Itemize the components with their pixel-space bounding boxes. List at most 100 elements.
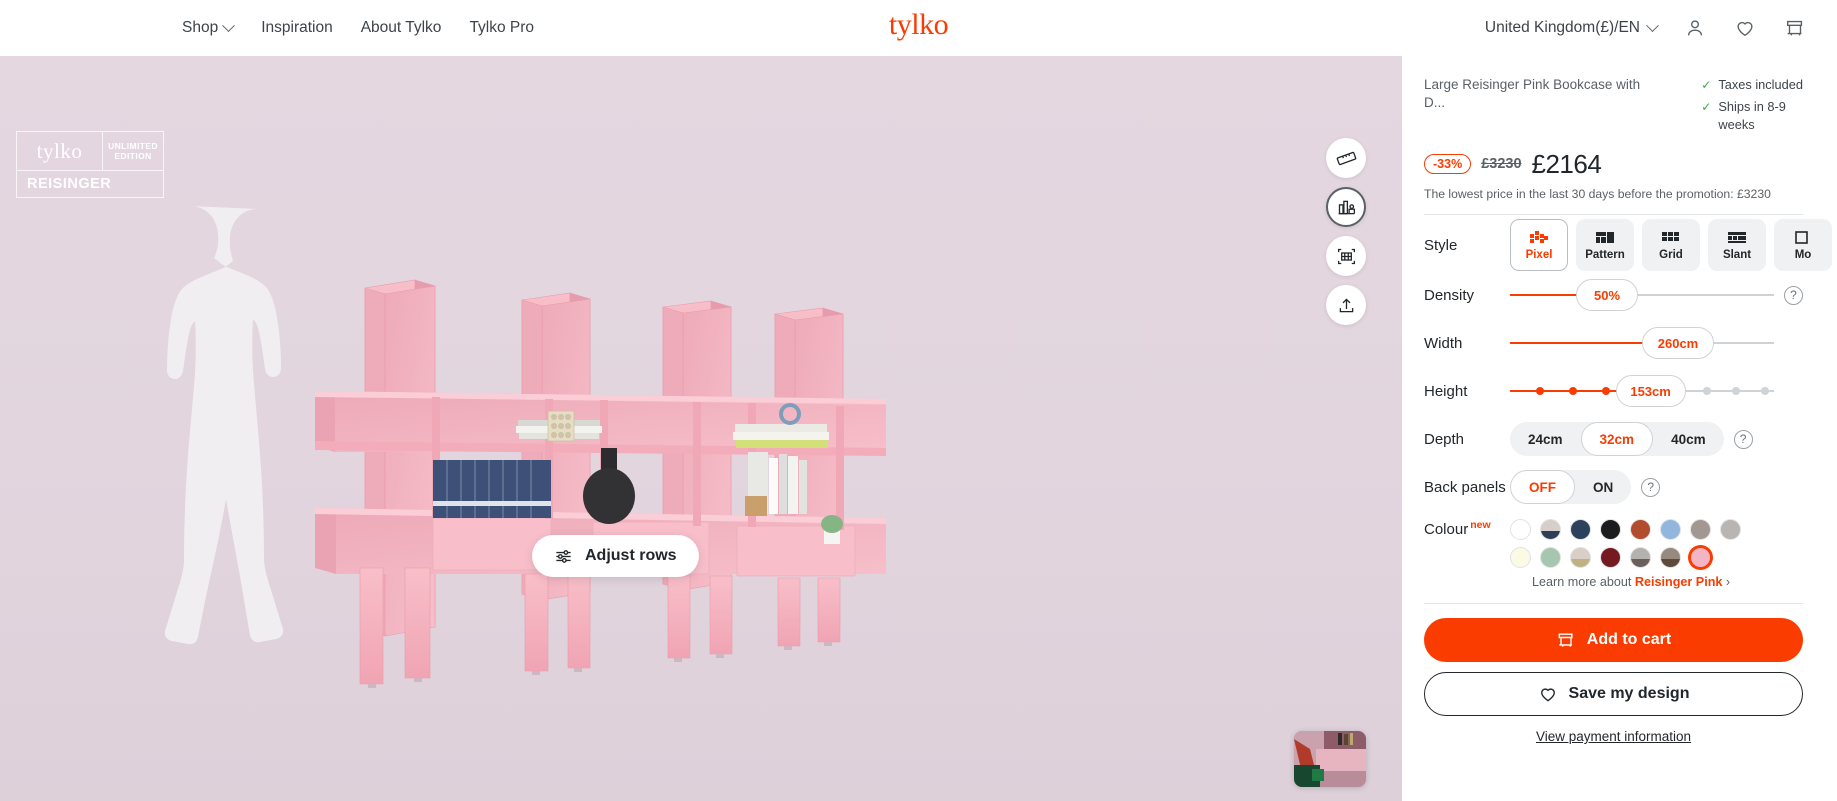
assembly-video-thumbnail[interactable]	[1294, 731, 1366, 787]
ruler-icon[interactable]	[1326, 138, 1366, 178]
height-stop-3[interactable]	[1602, 387, 1611, 396]
add-to-cart-button[interactable]: Add to cart	[1424, 618, 1803, 663]
bookcase-3d-render[interactable]	[0, 56, 1402, 801]
nav-link-shop[interactable]: Shop	[182, 18, 236, 37]
cart-icon[interactable]	[1783, 16, 1807, 40]
product-3d-viewer[interactable]: tylko UNLIMITED EDITION REISINGER Adjust…	[0, 56, 1402, 801]
watermark-edition-line1: UNLIMITED	[108, 140, 158, 151]
colour-swatch-grey-dark-grey[interactable]	[1630, 547, 1651, 569]
pattern-icon	[1596, 231, 1614, 243]
learn-more-link[interactable]: Learn more about Reisinger Pink ›	[1532, 575, 1803, 589]
dimensions-icon[interactable]	[1326, 236, 1366, 276]
style-option-more[interactable]: Mo	[1774, 219, 1832, 272]
watermark-edition-line2: EDITION	[114, 151, 152, 161]
back-panels-options: OFF ON	[1510, 470, 1632, 505]
wishlist-heart-icon[interactable]	[1733, 16, 1757, 40]
room-view-icon[interactable]	[1326, 187, 1366, 227]
chevron-down-icon	[222, 18, 236, 32]
colour-swatch-black[interactable]	[1600, 519, 1621, 541]
style-label: Style	[1424, 236, 1458, 254]
depth-options: 24cm 32cm 40cm	[1510, 422, 1724, 457]
colour-swatch-light-blue[interactable]	[1660, 519, 1681, 541]
colour-swatch-sage-green[interactable]	[1540, 547, 1561, 569]
save-design-button[interactable]: Save my design	[1424, 672, 1803, 717]
style-option-grid[interactable]: Grid	[1642, 219, 1700, 272]
nav-link-about-tylko-label: About Tylko	[360, 19, 442, 36]
country-language-selector[interactable]: United Kingdom(£)/EN	[1484, 18, 1659, 37]
density-slider[interactable]: 50%	[1510, 278, 1774, 312]
style-option-pixel[interactable]: Pixel	[1510, 219, 1568, 272]
divider	[1424, 603, 1803, 605]
colour-swatch-white[interactable]	[1510, 519, 1531, 541]
colour-swatch-beige-sand[interactable]	[1570, 547, 1591, 569]
width-slider[interactable]: 260cm	[1510, 326, 1774, 360]
height-slider[interactable]: 153cm	[1510, 374, 1774, 408]
height-stop-2[interactable]	[1569, 387, 1578, 396]
old-price: £3230	[1481, 156, 1522, 173]
depth-option-24cm[interactable]: 24cm	[1510, 422, 1581, 456]
country-language-label: United Kingdom(£)/EN	[1484, 19, 1640, 36]
watermark-collection: REISINGER	[17, 170, 163, 197]
colour-swatch-rust[interactable]	[1630, 519, 1651, 541]
nav-link-tylko-pro[interactable]: Tylko Pro	[469, 19, 534, 37]
width-track-fill	[1510, 342, 1664, 345]
chevron-down-icon	[1646, 18, 1659, 32]
nav-link-about-tylko[interactable]: About Tylko	[361, 19, 442, 37]
tylko-logo[interactable]: tylko	[889, 10, 949, 40]
account-icon[interactable]	[1683, 16, 1707, 40]
check-icon: ✓	[1701, 78, 1712, 92]
nav-link-inspiration-label: Inspiration	[261, 19, 333, 36]
current-price: £2164	[1531, 148, 1602, 179]
back-panels-help-icon[interactable]: ?	[1641, 477, 1661, 497]
depth-option-32cm[interactable]: 32cm	[1580, 422, 1654, 457]
colour-swatch-taupe-brown[interactable]	[1660, 547, 1681, 569]
colour-swatch-cream[interactable]	[1510, 547, 1531, 569]
density-label: Density	[1424, 286, 1475, 304]
back-panels-option-off[interactable]: OFF	[1510, 470, 1575, 505]
colour-swatch-navy[interactable]	[1570, 519, 1591, 541]
colour-swatch-warm-grey[interactable]	[1690, 519, 1711, 541]
depth-row: Depth 24cm 32cm 40cm ?	[1424, 415, 1803, 463]
height-stop-1[interactable]	[1536, 387, 1545, 396]
adjust-rows-button[interactable]: Adjust rows	[532, 535, 699, 577]
width-row: Width 260cm	[1424, 319, 1803, 367]
more-icon	[1795, 230, 1808, 244]
depth-help-icon[interactable]: ?	[1733, 429, 1753, 449]
share-upload-icon[interactable]	[1326, 285, 1366, 325]
colour-swatch-grey[interactable]	[1720, 519, 1741, 541]
depth-option-40cm[interactable]: 40cm	[1653, 422, 1724, 456]
colour-label: Colour new	[1424, 519, 1510, 538]
colour-swatch-row-1	[1510, 519, 1741, 541]
nav-link-shop-label: Shop	[182, 19, 219, 36]
swatch-lower-half	[1571, 558, 1590, 568]
height-stop-6[interactable]	[1731, 387, 1740, 396]
height-stop-5[interactable]	[1702, 387, 1711, 396]
product-summary: Large Reisinger Pink Bookcase with D... …	[1424, 76, 1803, 135]
top-navigation-bar: Shop Inspiration About Tylko Tylko Pro t…	[0, 0, 1837, 56]
back-panels-option-on[interactable]: ON	[1575, 470, 1631, 504]
height-stop-7[interactable]	[1760, 387, 1769, 396]
learn-more-colour-name: Reisinger Pink	[1634, 575, 1723, 590]
style-option-slant[interactable]: Slant	[1708, 219, 1766, 272]
swatch-lower-half	[1661, 558, 1680, 568]
style-option-more-label: Mo	[1794, 248, 1812, 261]
height-knob[interactable]: 153cm	[1615, 375, 1686, 408]
colour-swatch-burgundy[interactable]	[1600, 547, 1621, 569]
adjust-rows-label: Adjust rows	[585, 547, 677, 564]
density-knob[interactable]: 50%	[1576, 279, 1638, 312]
density-help-icon[interactable]: ?	[1784, 285, 1803, 305]
width-label: Width	[1424, 334, 1463, 352]
style-option-pattern[interactable]: Pattern	[1576, 219, 1634, 272]
width-knob[interactable]: 260cm	[1642, 327, 1714, 360]
colour-swatch-reisinger-pink[interactable]	[1690, 547, 1711, 569]
shipping-taxes: Taxes included	[1718, 77, 1803, 92]
payment-info-link[interactable]: View payment information	[1424, 729, 1803, 744]
watermark-tylko-logo: tylko	[36, 138, 83, 163]
colour-swatch-beige-navy[interactable]	[1540, 519, 1561, 541]
viewer-tool-rail	[1326, 138, 1366, 325]
nav-link-inspiration[interactable]: Inspiration	[261, 19, 333, 37]
save-design-label: Save my design	[1568, 685, 1690, 703]
style-option-pattern-label: Pattern	[1585, 248, 1625, 261]
colour-swatch-row-2	[1510, 547, 1741, 569]
style-option-pixel-label: Pixel	[1525, 248, 1553, 261]
